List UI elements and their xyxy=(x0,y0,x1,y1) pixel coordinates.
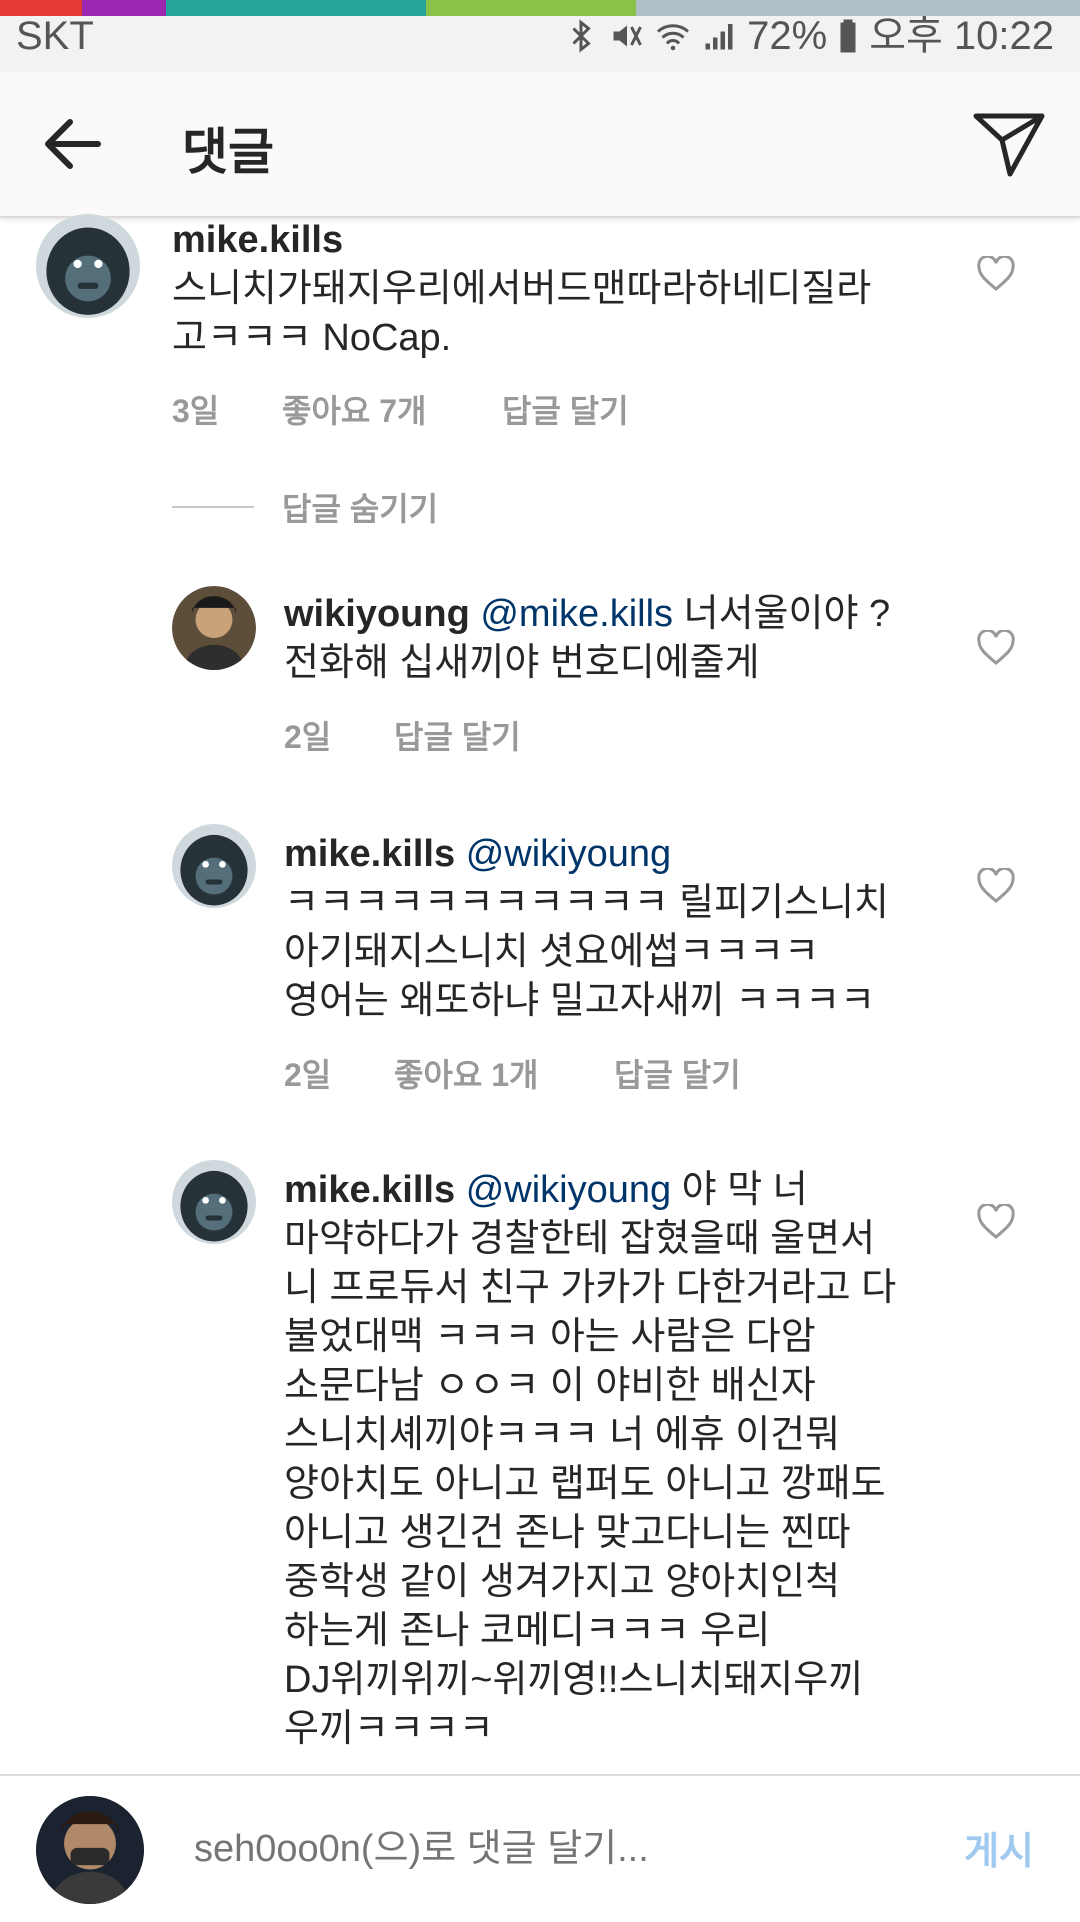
mute-icon xyxy=(613,25,642,47)
comment-line: 스니치가돼지우리에서버드맨따라하네디질라 xyxy=(172,268,872,310)
comment-meta: 2일 답글 달기 xyxy=(284,712,521,758)
comment-line: 야 막 너 xyxy=(671,1169,808,1211)
reply-button[interactable]: 답글 달기 xyxy=(502,386,629,432)
clock: 오후 10:22 xyxy=(869,14,1054,58)
gorilla-avatar[interactable] xyxy=(36,214,140,318)
comment-line: 너서울이야 ? xyxy=(673,593,891,635)
reply-button[interactable]: 답글 달기 xyxy=(614,1050,741,1096)
comment-meta: 2일 좋아요 1개 답글 달기 xyxy=(284,1050,741,1096)
comment-username[interactable]: mike.kills xyxy=(172,219,343,261)
comment-text: mike.kills @wikiyoung ㅋㅋㅋㅋㅋㅋㅋㅋㅋㅋㅋ 릴피기스니치… xyxy=(284,830,944,1026)
comment-age: 3일 xyxy=(172,393,220,429)
gorilla-avatar[interactable] xyxy=(172,824,256,908)
comment-age: 2일 xyxy=(284,1057,332,1093)
carrier-label: SKT xyxy=(16,14,94,58)
comment-line: 양아치도 아니고 랩퍼도 아니고 깡패도 xyxy=(284,1463,886,1505)
comment-line: 소문다남 ㅇㅇㅋ 이 야비한 배신자 xyxy=(284,1365,816,1407)
post-button[interactable]: 게시 xyxy=(964,1820,1034,1875)
comment-meta: 3일 좋아요 7개 답글 달기 xyxy=(172,386,629,432)
likes-count[interactable]: 좋아요 7개 xyxy=(282,386,502,432)
paper-plane-icon[interactable] xyxy=(972,110,1046,178)
comment-username[interactable]: mike.kills xyxy=(284,1169,455,1211)
battery-percent: 72% xyxy=(747,14,828,58)
status-bar: SKT 72% 오후 10:22 xyxy=(0,16,1080,72)
comment-line: 마약하다가 경찰한테 잡혔을때 울면서 xyxy=(284,1218,876,1260)
comment-text: wikiyoung @mike.kills 너서울이야 ? 전화해 십새끼야 번… xyxy=(284,590,944,688)
comment-username[interactable]: mike.kills xyxy=(284,833,455,875)
heart-icon[interactable] xyxy=(976,630,1016,666)
heart-icon[interactable] xyxy=(976,868,1016,904)
comment-line: ㅋㅋㅋㅋㅋㅋㅋㅋㅋㅋㅋ 릴피기스니치 xyxy=(284,882,889,924)
comment-line: 중학생 같이 생겨가지고 양아치인척 xyxy=(284,1561,841,1603)
heart-icon[interactable] xyxy=(976,1204,1016,1240)
comment-composer: 게시 xyxy=(0,1774,1080,1922)
back-arrow-icon[interactable] xyxy=(40,116,104,172)
signal-icon xyxy=(705,24,733,50)
comment-text: mike.kills @wikiyoung 야 막 너 마약하다가 경찰한테 잡… xyxy=(284,1166,964,1754)
heart-icon[interactable] xyxy=(976,256,1016,292)
my-avatar xyxy=(36,1796,144,1904)
mention-link[interactable]: @wikiyoung xyxy=(466,1169,671,1211)
comment-line: 하는게 존나 코메디ㅋㅋㅋ 우리 xyxy=(284,1610,771,1652)
comment-line: 아기돼지스니치 셧요에썹ㅋㅋㅋㅋ xyxy=(284,931,819,973)
mention-link[interactable]: @mike.kills xyxy=(480,593,673,635)
comment-line: 스니치셰끼야ㅋㅋㅋ 너 에휴 이건뭐 xyxy=(284,1414,841,1456)
header-bar: 댓글 xyxy=(0,72,1080,218)
hide-replies-toggle[interactable]: 답글 숨기기 xyxy=(172,484,438,530)
divider-line xyxy=(172,506,254,508)
comment-line: 아니고 생긴건 존나 맞고다니는 찐따 xyxy=(284,1512,851,1554)
mention-link[interactable]: @wikiyoung xyxy=(466,833,671,875)
battery-icon xyxy=(840,19,856,53)
wifi-icon xyxy=(657,24,690,51)
comment-age: 2일 xyxy=(284,719,332,755)
comment-line: 불었대맥 ㅋㅋㅋ 아는 사람은 다암 xyxy=(284,1316,816,1358)
hide-replies-label: 답글 숨기기 xyxy=(282,491,439,527)
bluetooth-icon xyxy=(572,19,591,53)
comment-input[interactable] xyxy=(192,1818,916,1880)
gorilla-avatar[interactable] xyxy=(172,1160,256,1244)
user-avatar[interactable] xyxy=(172,586,256,670)
comment-username[interactable]: wikiyoung xyxy=(284,593,470,635)
comment-line: 전화해 십새끼야 번호디에줄게 xyxy=(284,642,760,684)
comment-text: mike.kills 스니치가돼지우리에서버드맨따라하네디질라 고ㅋㅋㅋ NoC… xyxy=(172,216,932,363)
comment-line: 니 프로듀서 친구 가카가 다한거라고 다 xyxy=(284,1267,897,1309)
comment-line: 우끼ㅋㅋㅋㅋ xyxy=(284,1708,494,1750)
page-title: 댓글 xyxy=(182,124,274,180)
comment-line: 고ㅋㅋㅋ NoCap. xyxy=(172,317,452,359)
likes-count[interactable]: 좋아요 1개 xyxy=(394,1050,614,1096)
comment-line: DJ위끼위끼~위끼영!!스니치돼지우끼 xyxy=(284,1659,864,1701)
reply-button[interactable]: 답글 달기 xyxy=(394,712,521,758)
comment-line: 영어는 왜또하냐 밀고자새끼 ㅋㅋㅋㅋ xyxy=(284,980,876,1022)
